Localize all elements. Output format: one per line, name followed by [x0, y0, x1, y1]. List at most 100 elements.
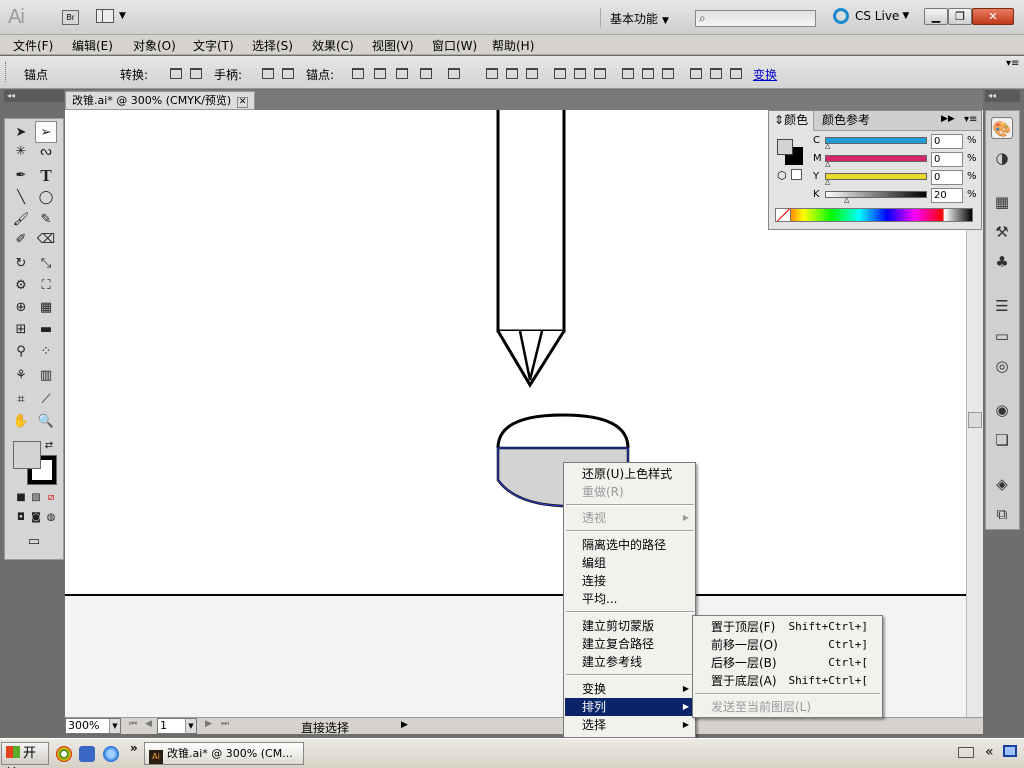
transparency-icon[interactable]: ◎: [991, 355, 1013, 377]
dock-header[interactable]: ◂◂: [985, 90, 1020, 102]
warp-tool-icon[interactable]: ⚙: [10, 275, 32, 297]
bridge-button[interactable]: Br: [62, 10, 79, 25]
menu-item-make-guides[interactable]: 建立参考线: [565, 653, 695, 671]
lasso-tool-icon[interactable]: ᔓ: [35, 141, 57, 163]
menu-item-send-to-back[interactable]: 置于底层(A) Shift+Ctrl+[: [694, 672, 882, 690]
slice-tool-icon[interactable]: ⟋: [35, 389, 57, 411]
distribute-top-icon[interactable]: [620, 65, 636, 80]
out-of-gamut-icon[interactable]: ⬡: [777, 169, 787, 182]
gradient-panel-icon[interactable]: ▭: [991, 325, 1013, 347]
symbols-icon[interactable]: ♣: [991, 251, 1013, 273]
menu-item-send-backward[interactable]: 后移一层(B) Ctrl+[: [694, 654, 882, 672]
menu-view[interactable]: 视图(V): [372, 37, 414, 54]
transform-link[interactable]: 变换: [753, 66, 777, 83]
scale-tool-icon[interactable]: ⤡: [35, 253, 57, 275]
toolbar-header[interactable]: ◂◂: [4, 90, 64, 102]
draw-inside-icon[interactable]: ◍: [40, 507, 62, 529]
slider-handle-icon[interactable]: △: [825, 178, 830, 186]
cut-path-icon[interactable]: [394, 65, 410, 80]
eraser-tool-icon[interactable]: ⌫: [35, 229, 57, 251]
handle-top[interactable]: [496, 413, 630, 449]
distribute-bottom-icon[interactable]: [660, 65, 676, 80]
distribute-left-icon[interactable]: [688, 65, 704, 80]
magic-wand-tool-icon[interactable]: ✳: [10, 141, 32, 163]
align-middle-icon[interactable]: [572, 65, 588, 80]
none-color-icon[interactable]: [775, 208, 791, 222]
status-menu-icon[interactable]: ▶: [401, 720, 408, 730]
slider-handle-icon[interactable]: △: [825, 142, 830, 150]
blend-tool-icon[interactable]: ⁘: [35, 341, 57, 363]
chevron-down-icon[interactable]: ▼: [109, 719, 120, 733]
graphic-styles-icon[interactable]: ❏: [991, 429, 1013, 451]
panel-menu-icon[interactable]: ▾≡: [964, 114, 977, 125]
last-artboard-icon[interactable]: ⏭: [221, 719, 229, 729]
menu-window[interactable]: 窗口(W): [432, 37, 477, 54]
column-graph-tool-icon[interactable]: ▥: [35, 365, 57, 387]
slider-handle-icon[interactable]: △: [844, 196, 849, 204]
distribute-center-icon[interactable]: [708, 65, 724, 80]
chevron-down-icon[interactable]: ▼: [185, 719, 196, 733]
workspace-switcher[interactable]: 基本功能 ▼: [610, 10, 669, 27]
menu-help[interactable]: 帮助(H): [492, 37, 534, 54]
menu-item-average[interactable]: 平均...: [565, 590, 695, 608]
align-right-icon[interactable]: [524, 65, 540, 80]
pencil-tool-icon[interactable]: ✎: [35, 209, 57, 231]
distribute-middle-icon[interactable]: [640, 65, 656, 80]
rotate-tool-icon[interactable]: ↻: [10, 253, 32, 275]
first-artboard-icon[interactable]: ⏮: [129, 719, 137, 729]
swatches-icon[interactable]: ▦: [991, 191, 1013, 213]
color-panel-icon[interactable]: 🎨: [991, 117, 1013, 139]
start-button[interactable]: 开始: [1, 742, 49, 768]
monitor-icon[interactable]: [1003, 745, 1017, 757]
blob-brush-tool-icon[interactable]: ✐: [10, 229, 32, 251]
eyedropper-tool-icon[interactable]: ⚲: [10, 341, 32, 363]
panel-menu-icon[interactable]: ▾≡: [1006, 58, 1019, 69]
internet-explorer-icon[interactable]: [103, 746, 119, 762]
align-top-icon[interactable]: [552, 65, 568, 80]
media-player-icon[interactable]: [56, 746, 72, 762]
channel-c-slider[interactable]: [825, 137, 927, 144]
menu-file[interactable]: 文件(F): [13, 37, 53, 54]
artboard-tool-icon[interactable]: ⌗: [10, 389, 32, 411]
convert-to-corner-icon[interactable]: [168, 65, 184, 80]
none-mode-icon[interactable]: ⧄: [40, 487, 62, 509]
menu-item-join[interactable]: 连接: [565, 572, 695, 590]
menu-item-transform[interactable]: 变换 ▶: [565, 680, 695, 698]
minimize-button[interactable]: ▁: [924, 8, 948, 25]
type-tool-icon[interactable]: T: [35, 165, 57, 187]
menu-item-arrange[interactable]: 排列 ▶: [565, 698, 695, 716]
screwdriver-shaft[interactable]: [496, 110, 566, 333]
swap-fill-stroke-icon[interactable]: ⇄: [38, 435, 60, 457]
channel-y-value[interactable]: 0: [931, 170, 963, 185]
keyboard-icon[interactable]: [958, 747, 974, 758]
menu-item-select[interactable]: 选择 ▶: [565, 716, 695, 734]
channel-m-slider[interactable]: [825, 155, 927, 162]
channel-k-slider[interactable]: [825, 191, 927, 198]
document-tab[interactable]: 改锥.ai* @ 300% (CMYK/预览) ✕: [65, 91, 256, 110]
menu-edit[interactable]: 编辑(E): [72, 37, 113, 54]
panel-grip[interactable]: [5, 62, 8, 82]
maximize-button[interactable]: ❐: [948, 8, 972, 25]
zoom-tool-icon[interactable]: 🔍: [35, 411, 57, 433]
direct-selection-tool-icon[interactable]: ➢: [35, 121, 57, 143]
scrollbar-thumb[interactable]: [968, 412, 982, 428]
arrange-documents-button[interactable]: ▼: [96, 9, 130, 26]
web-safe-icon[interactable]: [791, 169, 802, 180]
screen-mode-icon[interactable]: ▭: [23, 531, 45, 553]
channel-y-slider[interactable]: [825, 173, 927, 180]
distribute-right-icon[interactable]: [728, 65, 744, 80]
paintbrush-tool-icon[interactable]: 🖌: [10, 209, 32, 231]
more-quicklaunch-icon[interactable]: »: [130, 741, 138, 755]
prev-artboard-icon[interactable]: ◀: [145, 719, 152, 729]
artboard-number-field[interactable]: 1 ▼: [157, 718, 197, 734]
tab-color[interactable]: ⇕颜色: [769, 111, 815, 131]
expand-tray-icon[interactable]: «: [985, 744, 994, 760]
menu-item-make-clipping-mask[interactable]: 建立剪切蒙版: [565, 617, 695, 635]
ellipse-tool-icon[interactable]: ◯: [35, 187, 57, 209]
menu-item-isolate-path[interactable]: 隔离选中的路径: [565, 536, 695, 554]
layers-icon[interactable]: ◈: [991, 473, 1013, 495]
next-artboard-icon[interactable]: ▶: [205, 719, 212, 729]
isolate-icon[interactable]: [418, 65, 434, 80]
cs-live-button[interactable]: CS Live ▼: [833, 8, 909, 24]
color-fill-swatch[interactable]: [777, 139, 793, 155]
